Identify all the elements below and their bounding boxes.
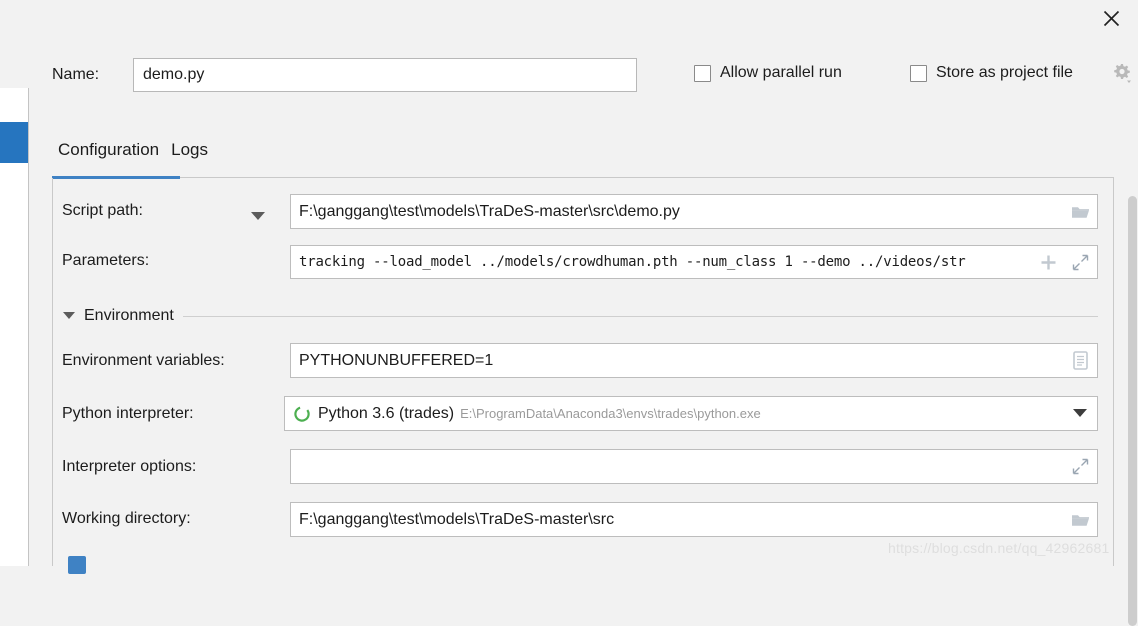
environment-variables-label: Environment variables: — [62, 352, 225, 369]
close-icon — [1103, 10, 1119, 26]
name-row: Name: Allow parallel run Store as projec… — [0, 58, 1138, 94]
environment-group-title: Environment — [84, 307, 174, 324]
checkbox-box — [694, 64, 711, 82]
store-as-project-file-label: Store as project file — [936, 64, 1073, 81]
watermark: https://blog.csdn.net/qq_42962681 — [888, 540, 1110, 556]
tab-configuration[interactable]: Configuration — [52, 140, 165, 170]
allow-parallel-run-checkbox[interactable]: Allow parallel run — [694, 64, 842, 82]
working-directory-field[interactable]: F:\ganggang\test\models\TraDeS-master\sr… — [290, 502, 1098, 537]
script-path-value: F:\ganggang\test\models\TraDeS-master\sr… — [299, 202, 680, 220]
python-interpreter-dropdown-button[interactable] — [1063, 397, 1097, 430]
python-interpreter-path: E:\ProgramData\Anaconda3\envs\trades\pyt… — [460, 406, 761, 421]
run-config-list-selected-item[interactable] — [0, 122, 28, 163]
tab-bar: Configuration Logs — [52, 140, 214, 170]
python-env-loading-icon — [294, 405, 310, 422]
environment-group-rule — [182, 315, 1098, 317]
script-path-mode-dropdown[interactable] — [247, 205, 269, 227]
parameters-label: Parameters: — [62, 252, 150, 269]
vertical-scrollbar[interactable] — [1127, 96, 1138, 626]
environment-variables-value: PYTHONUNBUFFERED=1 — [299, 351, 494, 369]
store-as-project-file-checkbox[interactable]: Store as project file — [910, 64, 1073, 82]
interpreter-options-field[interactable] — [290, 449, 1098, 484]
list-editor-icon — [1072, 351, 1088, 370]
working-directory-value: F:\ganggang\test\models\TraDeS-master\sr… — [299, 510, 615, 528]
python-interpreter-name: Python 3.6 (trades) — [318, 404, 455, 422]
script-path-browse-button[interactable] — [1063, 195, 1097, 228]
parameters-add-macro-button[interactable] — [1033, 246, 1063, 278]
working-directory-browse-button[interactable] — [1063, 503, 1097, 536]
script-path-field[interactable]: F:\ganggang\test\models\TraDeS-master\sr… — [290, 194, 1098, 229]
folder-icon — [1071, 514, 1089, 526]
interpreter-options-label: Interpreter options: — [62, 458, 197, 475]
parameters-value: tracking --load_model ../models/crowdhum… — [299, 254, 966, 270]
plus-icon — [1041, 255, 1055, 269]
environment-group-header[interactable]: Environment — [63, 307, 1098, 325]
gear-icon — [1114, 64, 1131, 83]
chevron-down-icon — [1127, 80, 1131, 83]
interpreter-options-expand-button[interactable] — [1063, 450, 1097, 483]
environment-collapse-toggle[interactable] — [63, 312, 75, 320]
parameters-expand-button[interactable] — [1063, 246, 1097, 278]
chevron-down-icon — [1073, 409, 1087, 417]
close-button[interactable] — [1090, 2, 1132, 34]
python-interpreter-field[interactable]: Python 3.6 (trades) E:\ProgramData\Anaco… — [284, 396, 1098, 431]
name-label: Name: — [52, 66, 100, 83]
tab-logs[interactable]: Logs — [165, 140, 214, 170]
vertical-scrollbar-thumb[interactable] — [1128, 196, 1137, 626]
script-path-label: Script path: — [62, 202, 143, 219]
titlebar — [0, 0, 1138, 36]
name-input[interactable] — [133, 58, 637, 92]
working-directory-label: Working directory: — [62, 510, 191, 527]
caret-down-icon — [63, 312, 75, 319]
environment-variables-edit-button[interactable] — [1063, 344, 1097, 377]
parameters-field[interactable]: tracking --load_model ../models/crowdhum… — [290, 245, 1098, 279]
add-content-roots-checkbox[interactable] — [68, 556, 86, 574]
environment-variables-field[interactable]: PYTHONUNBUFFERED=1 — [290, 343, 1098, 378]
folder-icon — [1071, 206, 1089, 218]
settings-gear-button[interactable] — [1110, 62, 1134, 86]
expand-icon — [1072, 458, 1088, 475]
python-interpreter-label: Python interpreter: — [62, 405, 194, 422]
allow-parallel-run-label: Allow parallel run — [720, 64, 842, 81]
expand-icon — [1072, 254, 1088, 270]
chevron-down-icon — [251, 211, 265, 220]
checkbox-box — [910, 64, 927, 82]
